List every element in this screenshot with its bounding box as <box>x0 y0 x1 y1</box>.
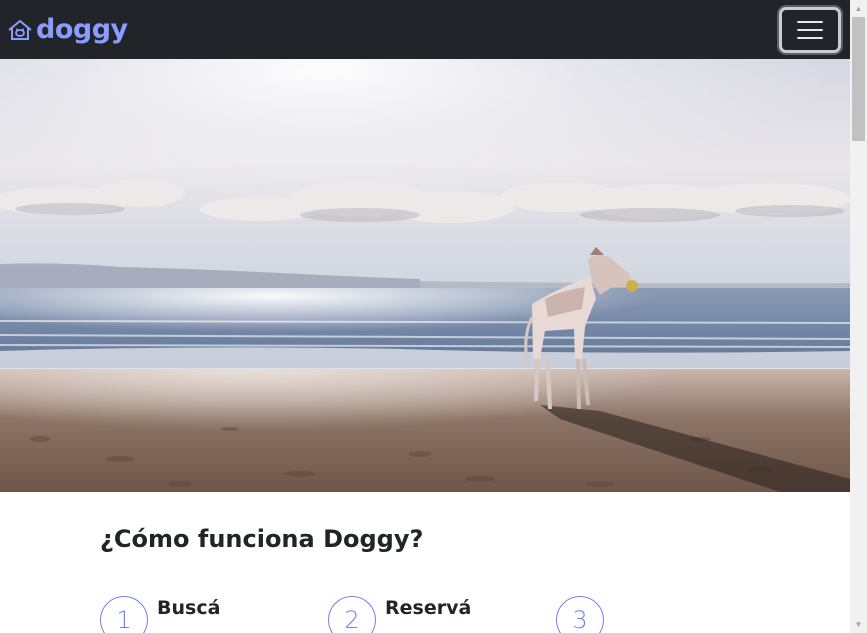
step-number-badge: 1 <box>100 596 148 633</box>
step-1: 1 Buscá <box>100 596 220 633</box>
step-3: 3 <box>556 596 613 633</box>
hero-image-dog-on-beach <box>0 59 850 492</box>
step-2: 2 Reservá <box>328 596 471 633</box>
vertical-scrollbar[interactable]: ▲ ▼ <box>850 0 867 633</box>
step-number-badge: 2 <box>328 596 376 633</box>
step-title: Buscá <box>157 597 221 619</box>
scrollbar-thumb[interactable] <box>852 17 865 141</box>
house-paw-icon <box>8 19 32 40</box>
scroll-up-arrow-icon[interactable]: ▲ <box>850 0 867 17</box>
section-title: ¿Cómo funciona Doggy? <box>100 525 424 553</box>
top-navbar: doggy <box>0 0 850 59</box>
navbar-toggler-button[interactable] <box>779 6 841 53</box>
brand-name: doggy <box>36 14 128 45</box>
hamburger-menu-icon-bar <box>797 36 823 39</box>
how-it-works-section: ¿Cómo funciona Doggy? 1 Buscá 2 Reservá … <box>0 492 850 633</box>
hamburger-menu-icon <box>797 20 823 23</box>
step-title: Reservá <box>385 597 472 619</box>
scroll-down-arrow-icon[interactable]: ▼ <box>850 616 867 633</box>
brand-logo-link[interactable]: doggy <box>6 16 128 44</box>
step-number-badge: 3 <box>556 596 604 633</box>
hamburger-menu-icon-bar <box>797 28 823 31</box>
